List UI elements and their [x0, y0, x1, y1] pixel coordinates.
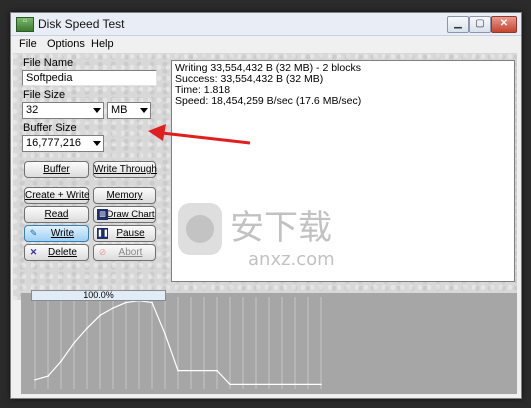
annotation-arrow-head — [148, 124, 166, 141]
annotation-arrow-line — [161, 131, 251, 145]
annotation-arrow — [148, 124, 251, 145]
